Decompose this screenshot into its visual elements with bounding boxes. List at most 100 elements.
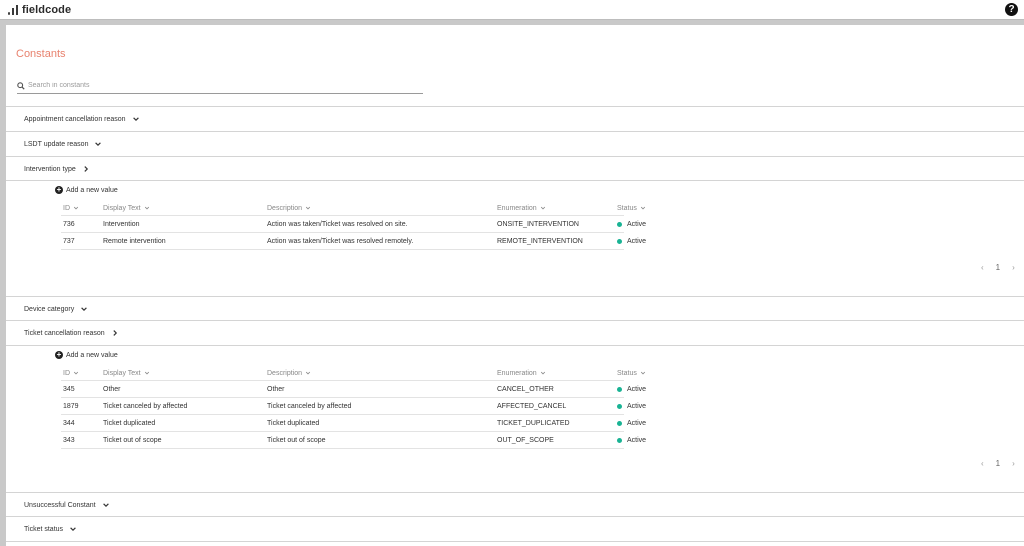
column-header-status[interactable]: Status — [617, 201, 646, 215]
column-header-description[interactable]: Description — [267, 201, 311, 215]
caret-down-icon — [144, 206, 149, 210]
caret-down-icon — [144, 371, 149, 375]
app-logo[interactable]: fieldcode — [8, 4, 71, 16]
cell-display-text: Remote intervention — [103, 237, 166, 245]
pagination: ‹ 1 › — [981, 263, 1015, 272]
cell-id: 343 — [63, 436, 75, 444]
cell-status: Active — [617, 432, 646, 448]
search-bar[interactable] — [17, 78, 423, 94]
chevron-down-icon — [70, 527, 76, 532]
section-lsdt-update-reason[interactable]: LSDT update reason — [6, 131, 1024, 156]
section-divider — [6, 180, 1024, 181]
column-header-status[interactable]: Status — [617, 366, 646, 380]
section-device-category[interactable]: Device category — [6, 296, 1024, 321]
cell-description: Ticket out of scope — [267, 436, 326, 444]
column-header-enumeration[interactable]: Enumeration — [497, 366, 546, 380]
caret-down-icon — [540, 206, 545, 210]
cell-id: 737 — [63, 237, 75, 245]
table-row[interactable]: 345 Other Other CANCEL_OTHER Active — [61, 381, 646, 398]
cell-display-text: Ticket out of scope — [103, 436, 162, 444]
chevron-down-icon — [95, 142, 102, 147]
caret-down-icon — [305, 206, 311, 210]
section-label: Unsuccessful Constant — [24, 501, 96, 509]
status-dot — [617, 386, 622, 392]
cell-enumeration: CANCEL_OTHER — [497, 385, 554, 393]
cell-id: 736 — [63, 220, 75, 228]
add-value-label: Add a new value — [66, 186, 118, 194]
cell-status: Active — [617, 415, 646, 431]
cell-description: Action was taken/Ticket was resolved rem… — [267, 237, 414, 245]
chevron-left-icon[interactable]: ‹ — [981, 263, 984, 272]
chevron-right-icon[interactable]: › — [1012, 459, 1015, 468]
table-row[interactable]: 737 Remote intervention Action was taken… — [61, 233, 646, 250]
caret-down-icon — [73, 371, 79, 375]
column-header-enumeration[interactable]: Enumeration — [497, 201, 546, 215]
page-number[interactable]: 1 — [996, 263, 1000, 272]
cell-description: Ticket duplicated — [267, 419, 320, 427]
cell-description: Ticket canceled by affected — [267, 402, 352, 410]
cell-enumeration: AFFECTED_CANCEL — [497, 402, 567, 410]
status-dot — [617, 403, 622, 409]
section-label: Ticket cancellation reason — [24, 329, 105, 337]
section-appointment-cancellation-reason[interactable]: Appointment cancellation reason — [6, 106, 1024, 131]
pagination: ‹ 1 › — [981, 459, 1015, 468]
page-number[interactable]: 1 — [996, 459, 1000, 468]
cell-id: 345 — [63, 385, 75, 393]
section-intervention-type[interactable]: Intervention type — [6, 156, 1024, 181]
section-label: Intervention type — [24, 165, 76, 173]
chevron-left-icon[interactable]: ‹ — [981, 459, 984, 468]
column-header-description[interactable]: Description — [267, 366, 311, 380]
table-row[interactable]: 344 Ticket duplicated Ticket duplicated … — [61, 415, 646, 432]
cell-enumeration: REMOTE_INTERVENTION — [497, 237, 583, 245]
cell-status: Active — [617, 398, 646, 414]
question-circle-icon[interactable]: ? — [1005, 3, 1018, 16]
top-bar: fieldcode ? — [0, 0, 1024, 20]
caret-down-icon — [305, 371, 311, 375]
search-icon — [17, 81, 25, 90]
table-row[interactable]: 736 Intervention Action was taken/Ticket… — [61, 216, 646, 233]
section-ticket-cancellation-reason[interactable]: Ticket cancellation reason — [6, 320, 1024, 345]
fieldcode-bars-icon — [8, 4, 18, 15]
chevron-right-icon[interactable]: › — [1012, 263, 1015, 272]
chevron-down-icon — [81, 307, 88, 312]
ticket-cancellation-reason-table: ID Display Text Description Enumeration … — [61, 366, 646, 449]
section-label: Appointment cancellation reason — [24, 115, 126, 123]
chevron-down-icon — [102, 503, 109, 508]
section-ticket-status[interactable]: Ticket status — [6, 516, 1024, 542]
section-label: LSDT update reason — [24, 140, 89, 148]
chevron-down-icon — [132, 117, 139, 122]
table-row[interactable]: 1879 Ticket canceled by affected Ticket … — [61, 398, 646, 415]
section-label: Ticket status — [24, 525, 64, 533]
column-header-display-text[interactable]: Display Text — [103, 201, 150, 215]
cell-status: Active — [617, 233, 646, 249]
search-input[interactable] — [28, 82, 408, 89]
section-label: Device category — [24, 305, 75, 313]
status-dot — [617, 437, 622, 443]
cell-display-text: Ticket canceled by affected — [103, 402, 188, 410]
section-divider — [6, 345, 1024, 346]
cell-status: Active — [617, 381, 646, 397]
intervention-type-table: ID Display Text Description Enumeration … — [61, 201, 646, 250]
cell-display-text: Ticket duplicated — [103, 419, 156, 427]
table-header: ID Display Text Description Enumeration … — [61, 201, 645, 216]
column-header-display-text[interactable]: Display Text — [103, 366, 150, 380]
section-unsuccessful-constant[interactable]: Unsuccessful Constant — [6, 492, 1024, 517]
cell-id: 1879 — [63, 402, 79, 410]
caret-down-icon — [540, 371, 545, 375]
add-value-button[interactable]: + Add a new value — [55, 186, 118, 194]
status-dot — [617, 221, 622, 227]
cell-enumeration: ONSITE_INTERVENTION — [497, 220, 579, 228]
add-value-button[interactable]: + Add a new value — [55, 351, 118, 359]
plus-circle-icon: + — [55, 350, 63, 359]
cell-status: Active — [617, 216, 646, 232]
main-panel: Constants Appointment cancellation reaso… — [6, 25, 1024, 546]
column-header-id[interactable]: ID — [63, 201, 79, 215]
table-row[interactable]: 343 Ticket out of scope Ticket out of sc… — [61, 432, 646, 449]
caret-down-icon — [73, 206, 79, 210]
column-header-id[interactable]: ID — [63, 366, 79, 380]
caret-down-icon — [640, 206, 645, 210]
logo-text: fieldcode — [22, 3, 72, 16]
cell-display-text: Other — [103, 385, 121, 393]
status-dot — [617, 238, 622, 244]
cell-enumeration: OUT_OF_SCOPE — [497, 436, 554, 444]
